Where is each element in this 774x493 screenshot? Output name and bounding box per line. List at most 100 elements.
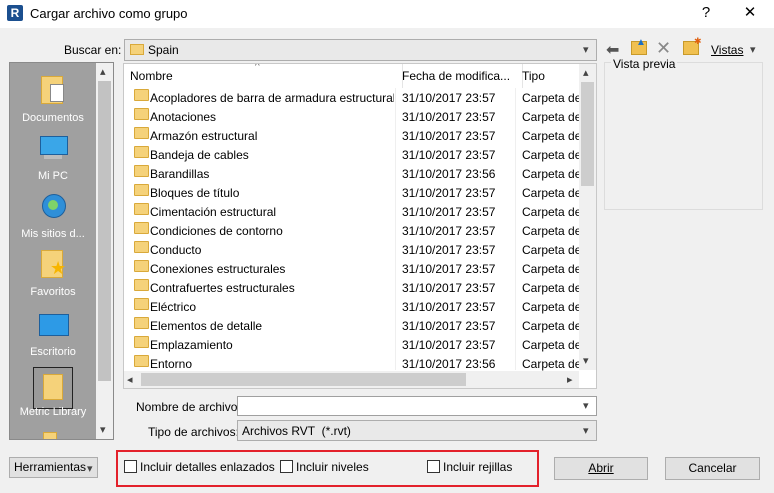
file-type: Carpeta de: [522, 262, 580, 276]
views-chevron-icon[interactable]: ▾: [750, 43, 756, 56]
place-metric-library[interactable]: Metric Library: [10, 362, 96, 420]
file-type: Carpeta de: [522, 148, 580, 162]
include-linked-details-label[interactable]: Incluir detalles enlazados: [140, 460, 275, 474]
file-row[interactable]: Armazón estructural 31/10/2017 23:57 Carpe…: [124, 127, 580, 146]
tools-button[interactable]: Herramientas ▾: [9, 457, 98, 478]
cancel-button[interactable]: Cancelar: [665, 457, 760, 480]
include-levels-label[interactable]: Incluir niveles: [296, 460, 369, 474]
file-type: Carpeta de: [522, 91, 580, 105]
file-date: 31/10/2017 23:57: [402, 262, 496, 276]
tools-button-label: Herramientas: [14, 460, 87, 474]
column-type-header[interactable]: Tipo: [516, 64, 587, 88]
file-name: Contrafuertes estructurales: [150, 281, 295, 295]
folder-icon: [134, 279, 149, 291]
include-linked-details-checkbox[interactable]: [124, 460, 137, 473]
views-button[interactable]: Vistas: [711, 43, 743, 57]
filename-input[interactable]: ▾: [237, 396, 597, 416]
delete-icon[interactable]: ✕: [656, 38, 671, 59]
file-name: Bandeja de cables: [150, 148, 249, 162]
scroll-right-icon[interactable]: ▸: [567, 373, 573, 386]
file-row[interactable]: Contrafuertes estructurales 31/10/2017 23…: [124, 279, 580, 298]
file-name: Conexiones estructurales: [150, 262, 286, 276]
folder-icon: [134, 336, 149, 348]
file-list-vscrollbar[interactable]: ▴ ▾: [579, 64, 596, 370]
place-documentos[interactable]: Documentos: [10, 68, 96, 126]
cancel-button-label: Cancelar: [688, 461, 737, 475]
file-date: 31/10/2017 23:57: [402, 110, 496, 124]
file-name: Bloques de título: [150, 186, 240, 200]
folder-icon: [134, 241, 149, 253]
scroll-down-icon[interactable]: ▾: [100, 423, 106, 436]
file-row[interactable]: Acopladores de barra de armadura estruct…: [124, 89, 580, 108]
close-button[interactable]: ✕: [728, 0, 772, 28]
place-mi-pc[interactable]: Mi PC: [10, 126, 96, 184]
scroll-thumb[interactable]: [581, 82, 594, 186]
chevron-down-icon[interactable]: ▾: [583, 399, 589, 412]
open-button[interactable]: Abrir: [554, 457, 648, 480]
file-type: Carpeta de: [522, 338, 580, 352]
include-grids-label[interactable]: Incluir rejillas: [443, 460, 512, 474]
file-type: Carpeta de: [522, 110, 580, 124]
file-list[interactable]: Nombre ^ Fecha de modifica... Tipo Acopl…: [123, 63, 597, 389]
documents-icon: [38, 74, 68, 104]
file-type: Carpeta de: [522, 205, 580, 219]
back-arrow-icon[interactable]: ⬅: [606, 40, 624, 59]
file-name: Cimentación estructural: [150, 205, 277, 219]
places-scrollbar[interactable]: ▴ ▾: [96, 63, 113, 439]
file-date: 31/10/2017 23:57: [402, 129, 496, 143]
file-name: Emplazamiento: [150, 338, 233, 352]
file-row[interactable]: Anotaciones 31/10/2017 23:57 Carpeta de: [124, 108, 580, 127]
place-favoritos[interactable]: ★ Favoritos: [10, 242, 96, 300]
file-row[interactable]: Barandillas 31/10/2017 23:56 Carpeta de: [124, 165, 580, 184]
include-grids-checkbox[interactable]: [427, 460, 440, 473]
scroll-up-icon[interactable]: ▴: [100, 65, 106, 78]
file-row[interactable]: Eléctrico 31/10/2017 23:57 Carpeta de: [124, 298, 580, 317]
file-name: Anotaciones: [150, 110, 217, 124]
place-escritorio[interactable]: Escritorio: [10, 302, 96, 360]
filetype-label: Tipo de archivos:: [148, 425, 239, 439]
file-type: Carpeta de: [522, 129, 580, 143]
file-name: Barandillas: [150, 167, 210, 181]
file-row[interactable]: Elementos de detalle 31/10/2017 23:57 Carp…: [124, 317, 580, 336]
scroll-up-icon[interactable]: ▴: [583, 66, 589, 79]
chevron-down-icon: ▾: [583, 44, 589, 56]
folder-icon: [134, 203, 149, 215]
file-name: Elementos de detalle: [150, 319, 263, 333]
folder-icon: [134, 222, 149, 234]
folder-icon: [134, 298, 149, 310]
file-list-hscrollbar[interactable]: ◂ ▸: [124, 371, 579, 388]
new-folder-icon[interactable]: ✱: [683, 36, 702, 55]
scroll-down-icon[interactable]: ▾: [583, 354, 589, 367]
file-date: 31/10/2017 23:57: [402, 148, 496, 162]
column-name-header[interactable]: Nombre: [124, 64, 403, 88]
folder-icon: [134, 89, 149, 101]
file-row[interactable]: Emplazamiento 31/10/2017 23:57 Carpeta de: [124, 336, 580, 355]
file-row[interactable]: Condiciones de contorno 31/10/2017 23:57 C…: [124, 222, 580, 241]
lookin-label: Buscar en:: [64, 43, 122, 57]
file-row[interactable]: Conexiones estructurales 31/10/2017 23:57…: [124, 260, 580, 279]
up-folder-icon[interactable]: ▲: [631, 37, 647, 55]
place-label: Mis sitios d...: [21, 228, 85, 240]
file-date: 31/10/2017 23:57: [402, 243, 496, 257]
include-levels-checkbox[interactable]: [280, 460, 293, 473]
scroll-left-icon[interactable]: ◂: [127, 373, 133, 386]
place-mis-sitios[interactable]: Mis sitios d...: [10, 184, 96, 242]
file-date: 31/10/2017 23:56: [402, 167, 496, 181]
column-divider: [515, 88, 516, 370]
filetype-select[interactable]: Archivos RVT (*.rvt) ▾: [237, 420, 597, 441]
lookin-combo[interactable]: Spain ▾: [124, 39, 597, 61]
file-row[interactable]: Cimentación estructural 31/10/2017 23:57 C…: [124, 203, 580, 222]
file-date: 31/10/2017 23:57: [402, 186, 496, 200]
file-row[interactable]: Conducto 31/10/2017 23:57 Carpeta de: [124, 241, 580, 260]
column-date-header[interactable]: Fecha de modifica...: [396, 64, 523, 88]
file-row[interactable]: Bandeja de cables 31/10/2017 23:57 Carpeta…: [124, 146, 580, 165]
file-type: Carpeta de: [522, 281, 580, 295]
file-date: 31/10/2017 23:57: [402, 224, 496, 238]
scroll-thumb[interactable]: [98, 81, 111, 381]
scroll-thumb[interactable]: [141, 373, 466, 386]
file-date: 31/10/2017 23:57: [402, 319, 496, 333]
help-button[interactable]: ?: [684, 0, 728, 28]
file-row[interactable]: Bloques de título 31/10/2017 23:57 Carpeta…: [124, 184, 580, 203]
folder-icon: [134, 165, 149, 177]
folder-icon: [134, 317, 149, 329]
